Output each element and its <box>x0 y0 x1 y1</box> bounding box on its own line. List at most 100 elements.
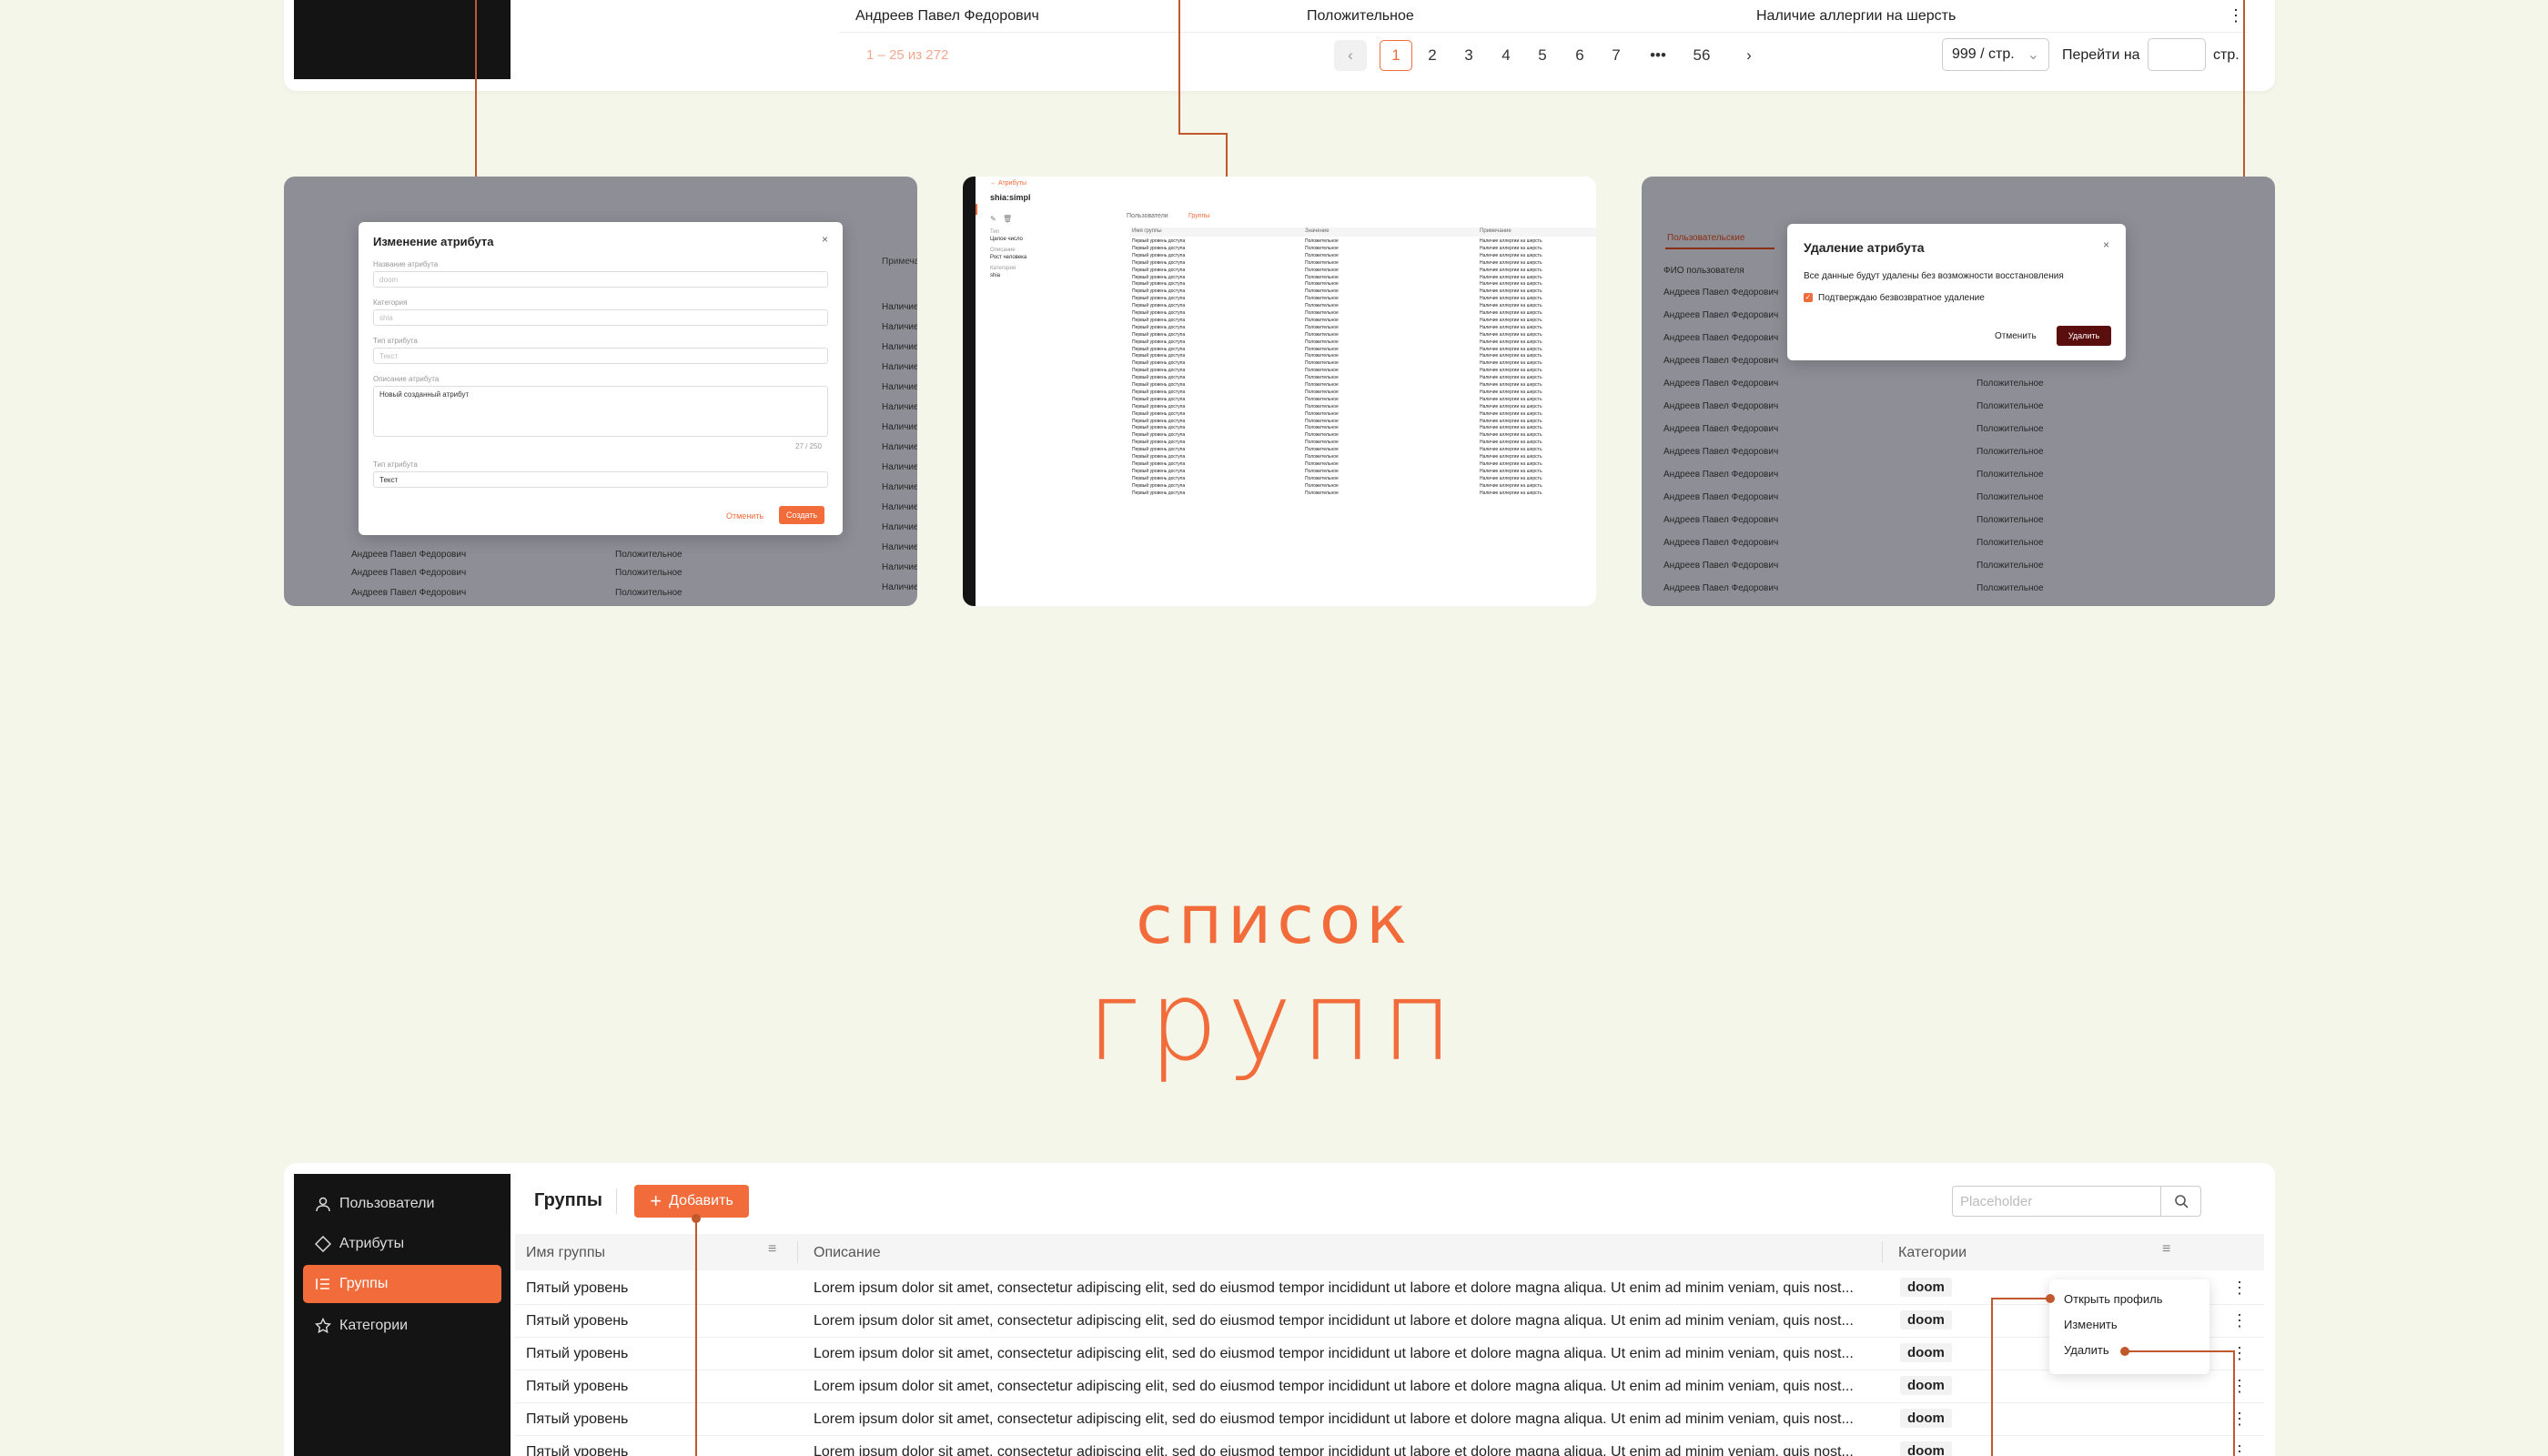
table-row[interactable]: Андреев Павел Федорович Положительное На… <box>839 0 2248 33</box>
bg-row-value: Положительное <box>1977 492 2044 502</box>
connector-line <box>2243 0 2245 206</box>
modal-text: Все данные будут удалены без возможности… <box>1804 271 2064 281</box>
pager-count: 1 – 25 из 272 <box>866 47 949 63</box>
bg-row-name: Андреев Павел Федорович <box>351 588 467 598</box>
menu-open-profile[interactable]: Открыть профиль <box>2064 1292 2162 1306</box>
category-select[interactable]: shia <box>373 309 828 326</box>
cancel-button[interactable]: Отменить <box>1995 331 2037 341</box>
tab-custom[interactable]: Пользовательские <box>1667 233 1744 243</box>
table-row[interactable]: Пятый уровень Lorem ipsum dolor sit amet,… <box>515 1403 2264 1436</box>
value-type-select[interactable]: Текст <box>373 471 828 488</box>
table-row[interactable]: Пятый уровень Lorem ipsum dolor sit amet,… <box>515 1436 2264 1456</box>
add-button-label: Добавить <box>669 1193 733 1208</box>
page-2[interactable]: 2 <box>1416 40 1449 71</box>
next-page-icon[interactable]: › <box>1733 40 1765 71</box>
bg-row-value: Положительное <box>615 550 682 560</box>
page-7[interactable]: 7 <box>1600 40 1633 71</box>
table-row[interactable]: Пятый уровень Lorem ipsum dolor sit amet,… <box>515 1370 2264 1403</box>
description-textarea[interactable]: Новый созданный атрибут <box>373 386 828 437</box>
sidebar-item-categories[interactable]: Категории <box>303 1307 501 1345</box>
attribute-name-field[interactable]: doom <box>373 271 828 288</box>
page-6[interactable]: 6 <box>1563 40 1596 71</box>
mini-cell: Положительное <box>1305 468 1339 474</box>
mini-cell: Первый уровень доступа <box>1132 418 1186 424</box>
type-select[interactable]: Текст <box>373 348 828 364</box>
sidebar-item-groups[interactable]: Группы <box>303 1265 501 1303</box>
mini-cell: Первый уровень доступа <box>1132 403 1186 410</box>
mini-cell: Первый уровень доступа <box>1132 396 1186 402</box>
page-size-select[interactable]: 999 / стр. ⌄ <box>1942 38 2049 71</box>
page-4[interactable]: 4 <box>1490 40 1522 71</box>
delete-button[interactable]: Удалить <box>2057 326 2111 346</box>
search-icon[interactable] <box>2160 1187 2200 1216</box>
filter-icon[interactable]: ≡ <box>768 1241 776 1258</box>
mini-cell: Первый уровень доступа <box>1132 310 1186 316</box>
tab-users[interactable]: Пользователи <box>1127 213 1168 219</box>
bg-row-value: Положительное <box>1977 538 2044 548</box>
prev-page-icon[interactable]: ‹ <box>1334 40 1367 71</box>
more-icon[interactable]: ⋮ <box>2231 1279 2248 1298</box>
mini-cell: Положительное <box>1305 410 1339 417</box>
modal-title: Удаление атрибута <box>1804 240 1925 255</box>
search-input[interactable]: Placeholder <box>1960 1194 2032 1209</box>
col-description[interactable]: Описание <box>814 1245 881 1261</box>
heading-line-2: групп <box>1086 959 1462 1086</box>
bg-col: Наличие <box>882 402 917 412</box>
active-tab-underline <box>1665 248 1774 249</box>
col-categories[interactable]: Категории <box>1898 1245 1967 1261</box>
bg-col: Наличие <box>882 482 917 492</box>
bg-col: Наличие <box>882 362 917 372</box>
mini-cell: Наличие аллергии на шерсть <box>1480 368 1542 374</box>
col-value: Значение <box>1305 228 1330 234</box>
trash-icon[interactable]: 🗑 <box>1003 215 1012 223</box>
bg-col: Наличие <box>882 442 917 452</box>
page-5[interactable]: 5 <box>1526 40 1559 71</box>
cancel-button[interactable]: Отменить <box>726 511 763 521</box>
more-icon[interactable]: ⋮ <box>2228 6 2244 25</box>
sidebar-item-attributes[interactable]: Атрибуты <box>303 1225 501 1263</box>
checkbox[interactable]: ✓ <box>1804 293 1813 302</box>
mini-cell: Наличие аллергии на шерсть <box>1480 360 1542 367</box>
mini-cell: Наличие аллергии на шерсть <box>1480 389 1542 395</box>
tab-groups[interactable]: Группы <box>1188 213 1209 219</box>
page-1[interactable]: 1 <box>1380 40 1412 71</box>
create-button[interactable]: Создать <box>779 506 824 524</box>
bg-col: Наличие <box>882 382 917 392</box>
table-row[interactable]: Пятый уровень Lorem ipsum dolor sit amet,… <box>515 1272 2264 1305</box>
menu-edit[interactable]: Изменить <box>2064 1318 2118 1331</box>
connector-dot <box>692 1214 701 1223</box>
mini-cell: Положительное <box>1305 460 1339 467</box>
sidebar-item-label: Категории <box>339 1318 409 1333</box>
mini-cell: Положительное <box>1305 432 1339 439</box>
mini-cell: Наличие аллергии на шерсть <box>1480 460 1542 467</box>
goto-input[interactable] <box>2148 38 2206 71</box>
mini-cell: Положительное <box>1305 425 1339 431</box>
close-icon[interactable]: × <box>822 233 828 246</box>
more-icon[interactable]: ⋮ <box>2231 1311 2248 1330</box>
sort-icon[interactable]: ≡ <box>2162 1241 2170 1258</box>
mini-cell: Наличие аллергии на шерсть <box>1480 403 1542 410</box>
mini-cell: Первый уровень доступа <box>1132 410 1186 417</box>
close-icon[interactable]: × <box>2103 238 2109 251</box>
mini-cell: Положительное <box>1305 375 1339 381</box>
group-name: Пятый уровень <box>526 1444 629 1456</box>
modal-title: Изменение атрибута <box>373 235 494 248</box>
page-3[interactable]: 3 <box>1452 40 1485 71</box>
col-group-name[interactable]: Имя группы <box>526 1245 605 1261</box>
sidebar-item-users[interactable]: Пользователи <box>303 1185 501 1223</box>
mini-cell: Наличие аллергии на шерсть <box>1480 353 1542 359</box>
side-value: Целое число <box>990 237 1023 242</box>
mini-cell: Положительное <box>1305 418 1339 424</box>
table-row[interactable]: Пятый уровень Lorem ipsum dolor sit amet,… <box>515 1338 2264 1370</box>
page-title: shia:simpl <box>990 193 1031 202</box>
table-row[interactable]: Пятый уровень Lorem ipsum dolor sit amet,… <box>515 1305 2264 1338</box>
edit-icon[interactable]: ✎ <box>990 215 996 223</box>
mini-cell: Первый уровень доступа <box>1132 267 1186 273</box>
group-description: Lorem ipsum dolor sit amet, consectetur … <box>814 1280 1854 1296</box>
menu-delete[interactable]: Удалить <box>2064 1343 2109 1357</box>
add-group-button[interactable]: + Добавить <box>634 1185 749 1218</box>
mini-cell: Наличие аллергии на шерсть <box>1480 331 1542 338</box>
page-ellipsis[interactable]: ••• <box>1642 40 1674 71</box>
breadcrumb[interactable]: ← Атрибуты <box>990 180 1026 187</box>
page-56[interactable]: 56 <box>1685 40 1718 71</box>
